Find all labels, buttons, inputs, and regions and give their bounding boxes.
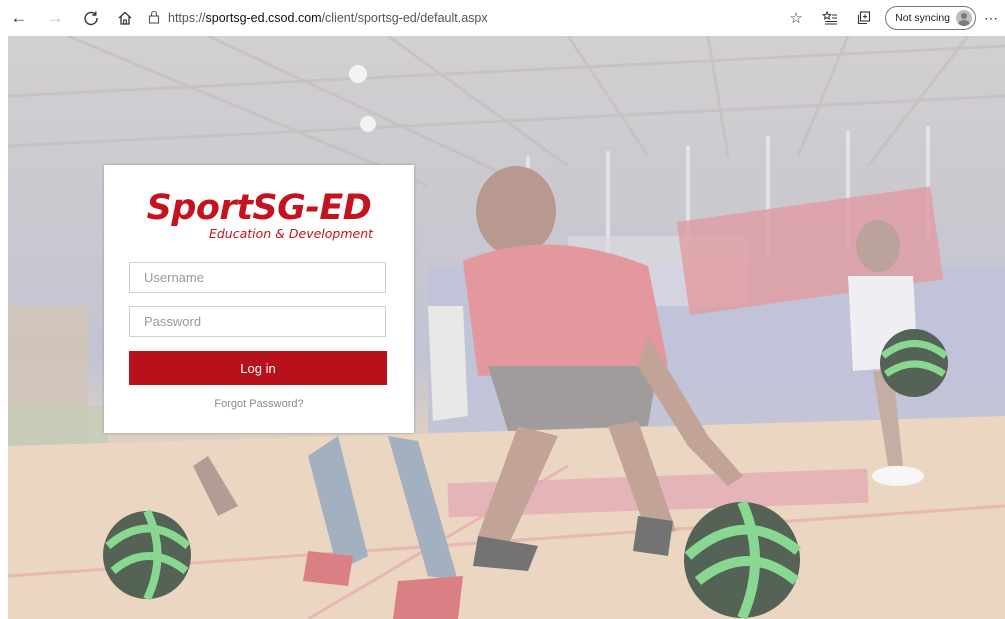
- login-button[interactable]: Log in: [129, 351, 387, 385]
- sync-status-label: Not syncing: [895, 12, 950, 24]
- profile-sync-button[interactable]: Not syncing: [885, 6, 976, 30]
- url-scheme: https://: [168, 11, 206, 25]
- profile-avatar-icon: [956, 10, 972, 26]
- lock-icon: [148, 10, 160, 27]
- home-icon[interactable]: [112, 5, 138, 31]
- login-card: SportSG-ED Education & Development Log i…: [104, 165, 414, 433]
- browser-toolbar: ← → https://sportsg-ed.csod.com/client/s…: [0, 0, 1005, 36]
- brand-title: SportSG-ED: [146, 188, 372, 228]
- favorite-star-icon[interactable]: ☆: [783, 5, 809, 31]
- password-input[interactable]: [129, 306, 386, 337]
- address-bar[interactable]: https://sportsg-ed.csod.com/client/sport…: [148, 10, 488, 27]
- forward-icon[interactable]: →: [42, 5, 68, 31]
- url-host: sportsg-ed.csod.com: [205, 11, 322, 25]
- forgot-password-link[interactable]: Forgot Password?: [104, 398, 414, 410]
- brand-subtitle: Education & Development: [208, 226, 374, 241]
- back-icon[interactable]: ←: [6, 5, 32, 31]
- brand-logo: SportSG-ED Education & Development: [104, 189, 414, 241]
- refresh-icon[interactable]: [78, 5, 104, 31]
- url-path: /client/sportsg-ed/default.aspx: [321, 11, 488, 25]
- username-input[interactable]: [129, 262, 386, 293]
- collections-icon[interactable]: [851, 5, 877, 31]
- favorites-list-icon[interactable]: [817, 5, 843, 31]
- more-icon[interactable]: ⋯: [984, 10, 999, 27]
